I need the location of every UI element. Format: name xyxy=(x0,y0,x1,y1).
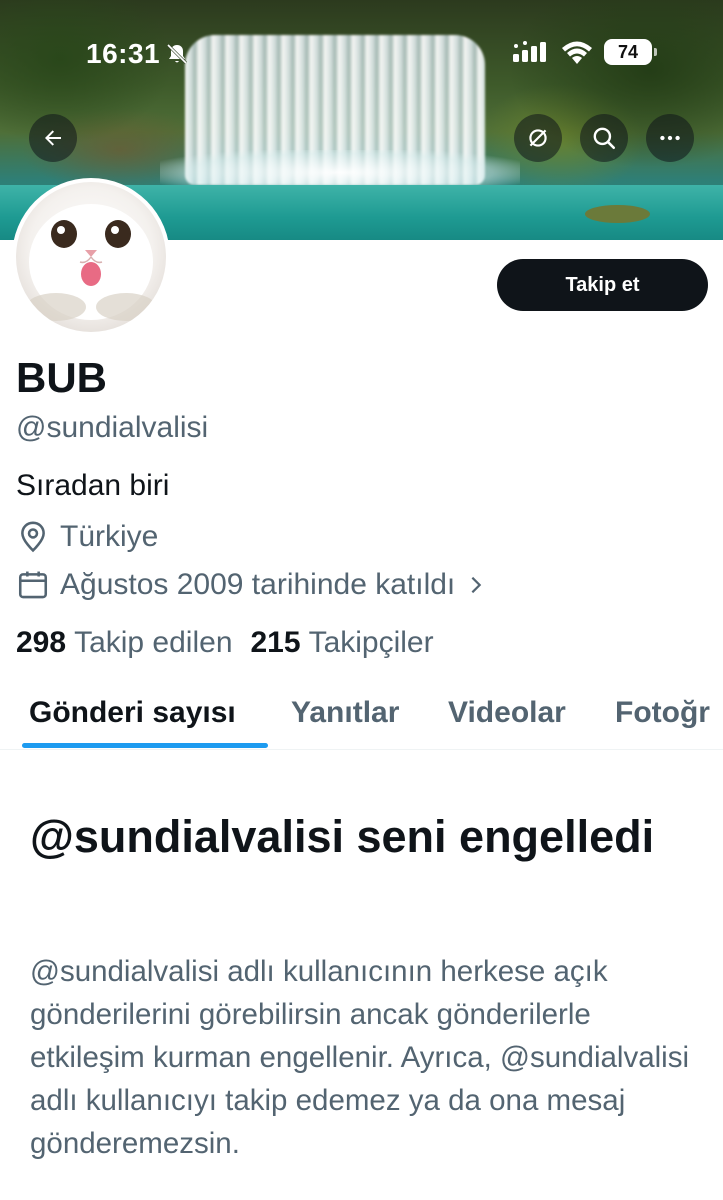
chevron-right-icon xyxy=(471,576,482,594)
profile-handle: @sundialvalisi xyxy=(16,411,209,444)
bell-off-icon xyxy=(166,43,188,65)
profile-location: Türkiye xyxy=(16,520,158,554)
blocked-title: @sundialvalisi seni engelledi xyxy=(30,811,655,862)
tab-posts[interactable]: Gönderi sayısı xyxy=(29,696,236,730)
follow-stats: 298 Takip edilen 215 Takipçiler xyxy=(16,626,452,660)
following-stat[interactable]: 298 Takip edilen xyxy=(16,626,233,660)
avatar-image xyxy=(16,182,166,332)
display-name: BUB xyxy=(16,354,107,401)
tab-photos[interactable]: Fotoğr xyxy=(615,696,710,730)
avatar[interactable] xyxy=(12,178,170,336)
location-text: Türkiye xyxy=(60,520,159,553)
blocked-body: @sundialvalisi adlı kullanıcının herkese… xyxy=(30,955,690,1160)
battery-icon: 74 xyxy=(604,39,657,65)
follow-button[interactable]: Takip et xyxy=(497,259,708,311)
followers-count: 215 xyxy=(250,626,301,659)
signal-icon xyxy=(513,41,546,62)
search-icon xyxy=(593,127,616,150)
back-button[interactable] xyxy=(29,114,77,162)
search-button[interactable] xyxy=(580,114,628,162)
joined-text: Ağustos 2009 tarihinde katıldı xyxy=(60,568,456,601)
followers-label: Takipçiler xyxy=(308,626,434,659)
more-button[interactable] xyxy=(646,114,694,162)
profile-tabs: Gönderi sayısı Yanıtlar Videolar Fotoğr xyxy=(0,680,723,750)
location-pin-icon xyxy=(21,521,45,553)
following-count: 298 xyxy=(16,626,67,659)
tab-videos[interactable]: Videolar xyxy=(448,696,566,730)
active-tab-indicator xyxy=(22,743,268,748)
more-icon xyxy=(660,135,680,141)
status-bar: 16:31 74 xyxy=(0,36,723,72)
wifi-icon xyxy=(562,41,592,64)
profile-joined[interactable]: Ağustos 2009 tarihinde katıldı xyxy=(16,568,497,602)
tab-replies[interactable]: Yanıtlar xyxy=(291,696,399,730)
grok-button[interactable] xyxy=(514,114,562,162)
banner-rock xyxy=(585,205,650,223)
profile-bio: Sıradan biri xyxy=(16,469,170,502)
following-label: Takip edilen xyxy=(74,626,233,659)
calendar-icon xyxy=(18,571,48,599)
status-time: 16:31 xyxy=(86,38,161,69)
back-arrow-icon xyxy=(45,130,61,146)
cat-face-icon xyxy=(26,204,156,321)
grok-icon xyxy=(529,129,547,147)
followers-stat[interactable]: 215 Takipçiler xyxy=(251,626,434,660)
